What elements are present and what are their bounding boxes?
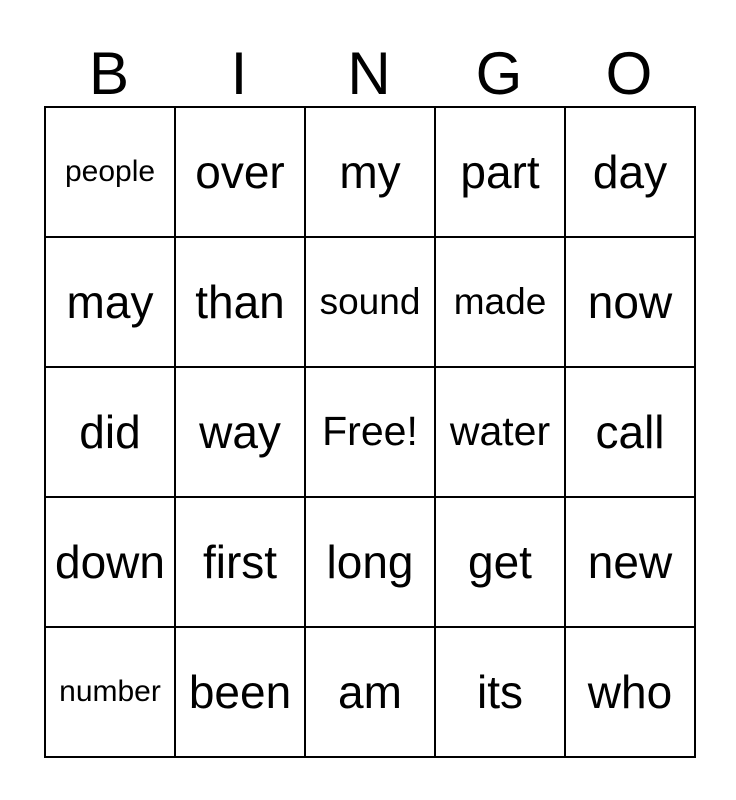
bingo-cell-label: over xyxy=(195,145,285,198)
bingo-cell-label: may xyxy=(66,275,154,328)
bingo-cell-label: part xyxy=(460,145,540,198)
bingo-cell-label: than xyxy=(195,275,285,328)
bingo-header-letter-b: B xyxy=(88,40,130,107)
bingo-cell[interactable]: sound xyxy=(306,238,436,368)
bingo-cell[interactable]: long xyxy=(306,498,436,628)
bingo-cell-label: first xyxy=(202,535,278,588)
bingo-cell[interactable]: new xyxy=(566,498,696,628)
bingo-cell[interactable]: down xyxy=(46,498,176,628)
bingo-cell-label: made xyxy=(453,280,547,322)
bingo-cell-label: Free! xyxy=(322,408,418,455)
bingo-cell[interactable]: my xyxy=(306,108,436,238)
bingo-cell[interactable]: made xyxy=(436,238,566,368)
bingo-cell[interactable]: am xyxy=(306,628,436,758)
bingo-grid: people over my part day may than sound made now di… xyxy=(44,106,696,758)
bingo-cell[interactable]: did xyxy=(46,368,176,498)
bingo-cell-label: new xyxy=(587,535,673,588)
bingo-cell[interactable]: number xyxy=(46,628,176,758)
bingo-cell[interactable]: been xyxy=(176,628,306,758)
bingo-header-letter-g: G xyxy=(475,40,523,107)
bingo-header-letter-i: I xyxy=(230,40,248,107)
bingo-cell-label: my xyxy=(339,145,401,198)
bingo-cell-label: get xyxy=(468,535,532,588)
bingo-header-letter-o: O xyxy=(605,40,653,107)
bingo-cell-label: sound xyxy=(319,280,421,322)
bingo-cell-label: people xyxy=(64,155,156,189)
bingo-free-space-cell[interactable]: Free! xyxy=(306,368,436,498)
bingo-cell[interactable]: first xyxy=(176,498,306,628)
bingo-cell-label: way xyxy=(199,405,281,458)
bingo-cell-label: call xyxy=(595,405,665,458)
bingo-cell[interactable]: part xyxy=(436,108,566,238)
bingo-cell[interactable]: now xyxy=(566,238,696,368)
bingo-cell-label: water xyxy=(449,408,551,455)
bingo-cell-label: am xyxy=(338,665,402,718)
bingo-cell[interactable]: over xyxy=(176,108,306,238)
bingo-cell-label: down xyxy=(55,535,165,588)
bingo-cell[interactable]: who xyxy=(566,628,696,758)
bingo-header-letter-n: N xyxy=(347,40,391,107)
bingo-cell[interactable]: its xyxy=(436,628,566,758)
bingo-cell[interactable]: may xyxy=(46,238,176,368)
bingo-card: B I N G O people over my part day may than soun… xyxy=(44,24,696,758)
bingo-cell[interactable]: call xyxy=(566,368,696,498)
bingo-cell-label: did xyxy=(79,405,141,458)
bingo-cell-label: been xyxy=(188,665,292,718)
bingo-header: B I N G O xyxy=(44,24,694,106)
bingo-cell-label: long xyxy=(326,535,414,588)
bingo-cell[interactable]: water xyxy=(436,368,566,498)
bingo-cell[interactable]: get xyxy=(436,498,566,628)
bingo-cell[interactable]: than xyxy=(176,238,306,368)
bingo-cell-label: who xyxy=(587,665,673,718)
bingo-cell-label: now xyxy=(587,275,673,328)
bingo-cell[interactable]: way xyxy=(176,368,306,498)
bingo-cell[interactable]: people xyxy=(46,108,176,238)
bingo-cell-label: day xyxy=(592,145,668,198)
bingo-cell-label: its xyxy=(477,665,523,718)
bingo-cell[interactable]: day xyxy=(566,108,696,238)
bingo-cell-label: number xyxy=(59,675,161,709)
